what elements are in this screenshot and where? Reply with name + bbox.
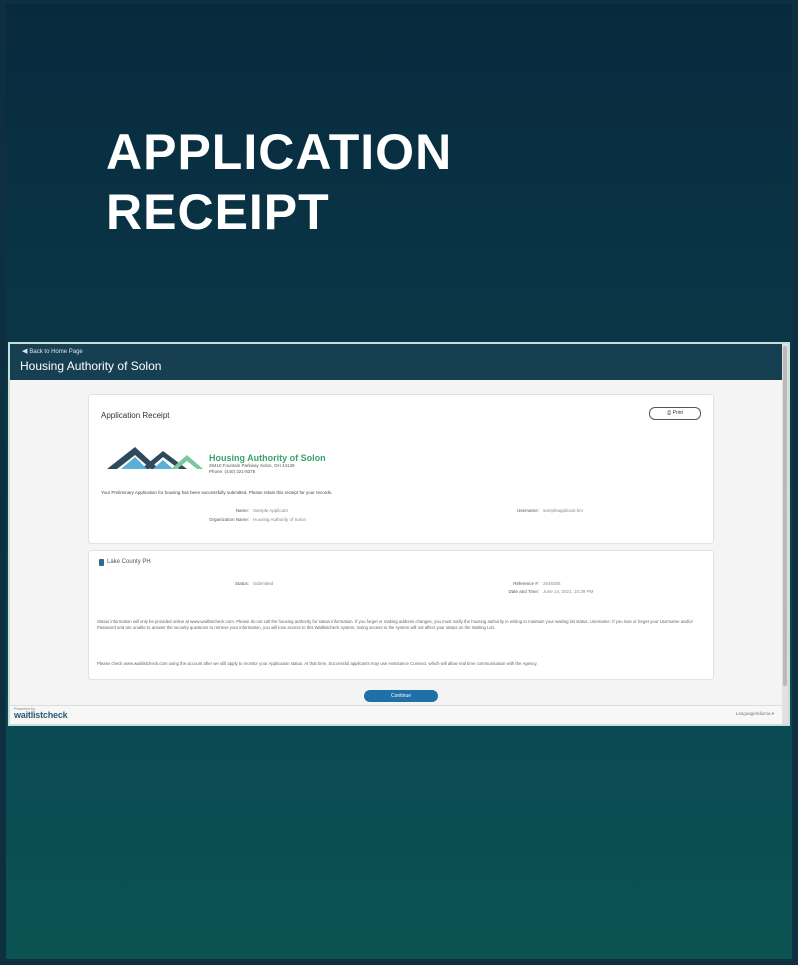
waitlist-card: Lake County PH Status: Submitted Referen… xyxy=(88,550,714,680)
name-value: Sample Applicant xyxy=(253,508,288,513)
slide-title-line2: RECEIPT xyxy=(106,184,330,240)
organization-value: Housing Authority of Solon xyxy=(253,517,307,522)
receipt-title: Application Receipt xyxy=(101,411,170,420)
authority-title: Housing Authority of Solon xyxy=(20,359,162,373)
slide-title-line1: APPLICATION xyxy=(106,124,453,180)
followup-paragraph: Please check www.waitlistcheck.com using… xyxy=(97,661,538,666)
waitlist-name: Lake County PH xyxy=(107,559,151,565)
username-label: Username: xyxy=(516,508,539,513)
username-value: sampleapplicant.hm xyxy=(543,508,584,513)
reference-label: Reference #: xyxy=(513,581,539,586)
org-address: 28410 Fountain Parkway Solon, OH 44139 xyxy=(209,463,295,468)
back-arrow-icon: ◀ xyxy=(22,348,28,355)
reference-value: 2048305 xyxy=(543,581,561,586)
slide-title: APPLICATION RECEIPT xyxy=(106,122,452,242)
print-button[interactable]: ⎙ Print xyxy=(649,407,701,420)
org-name: Housing Authority of Solon xyxy=(209,453,326,463)
date-label: Date and Time: xyxy=(508,589,539,594)
back-to-home-link[interactable]: ◀ Back to Home Page xyxy=(22,347,83,355)
language-selector[interactable]: Language/Idioma ▾ xyxy=(736,711,774,717)
continue-button[interactable]: Continue xyxy=(364,690,438,702)
date-value: June 14, 2021, 10:39 PM xyxy=(543,589,594,594)
org-phone: Phone: (440) 321-8376 xyxy=(209,469,256,474)
back-link-label: Back to Home Page xyxy=(29,349,83,355)
scrollbar-thumb[interactable] xyxy=(783,346,787,686)
organization-label: Organization Name: xyxy=(208,517,249,522)
scrollbar[interactable] xyxy=(782,344,788,724)
waitlistcheck-logo: waitlistcheck xyxy=(14,710,68,720)
header-bar: ◀ Back to Home Page Housing Authority of … xyxy=(10,344,788,380)
housing-authority-logo xyxy=(107,447,203,469)
footer: Powered by waitlistcheck Language/Idioma… xyxy=(10,705,788,724)
printer-icon: ⎙ xyxy=(667,410,672,416)
application-receipt-screenshot: ◀ Back to Home Page Housing Authority of … xyxy=(8,342,790,726)
document-icon xyxy=(99,559,104,566)
confirmation-message: Your Preliminary Application for housing… xyxy=(101,490,333,495)
receipt-card: Application Receipt ⎙ Print Housing Auth… xyxy=(88,394,714,544)
print-label: Print xyxy=(672,410,683,416)
status-value: Submitted xyxy=(253,581,274,586)
name-label: Name: xyxy=(235,508,249,513)
status-info-paragraph: Status information will only be provided… xyxy=(97,619,693,630)
status-label: Status: xyxy=(234,581,249,586)
